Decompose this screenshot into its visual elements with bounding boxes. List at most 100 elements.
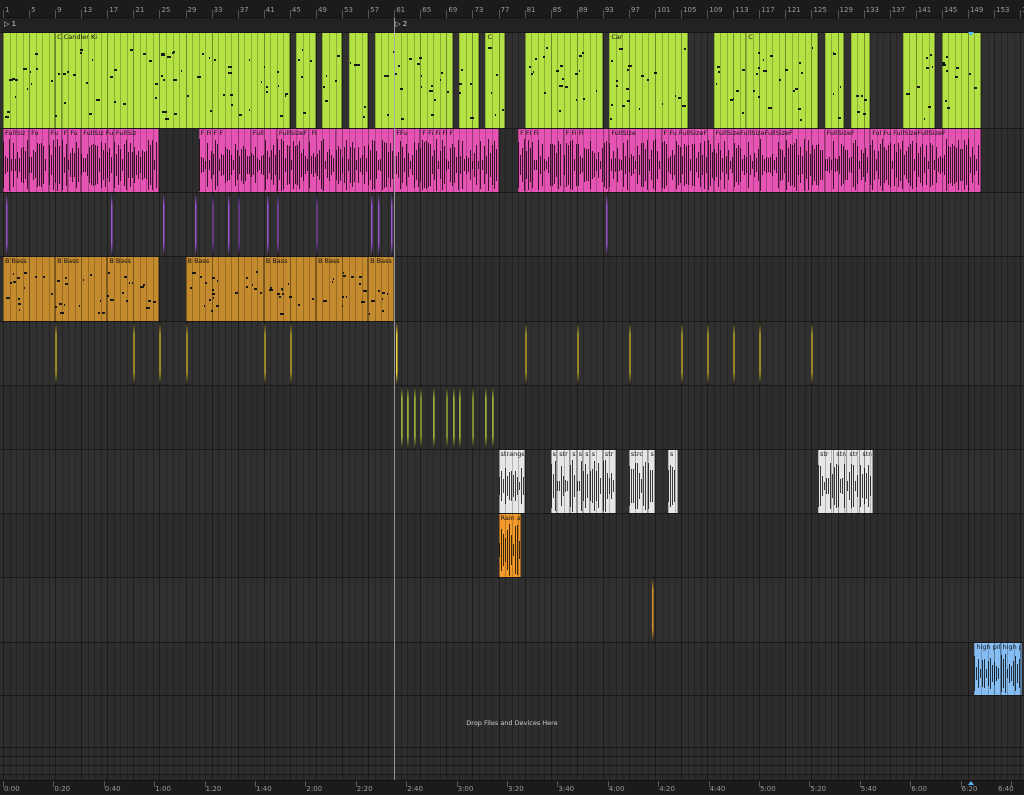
waveform-bar — [260, 156, 262, 174]
clip[interactable]: Candler Ki — [61, 33, 290, 128]
waveform-bar — [470, 149, 472, 181]
clip[interactable]: FullSiz Fu — [81, 129, 114, 192]
waveform-bar — [1010, 666, 1012, 681]
midi-note — [839, 85, 842, 88]
loop-end-marker[interactable] — [968, 32, 974, 36]
bar-tick — [811, 10, 813, 18]
bar-ruler[interactable]: 1 5 9 13 17 21 25 29 33 37 41 45 49 53 57 61 65 69 73 77 81 8… — [0, 0, 1024, 18]
clip[interactable] — [459, 33, 479, 128]
waveform-bar — [450, 148, 452, 182]
midi-note — [610, 104, 613, 107]
clip[interactable]: stra — [860, 450, 874, 513]
waveform-bar — [202, 158, 204, 172]
clip[interactable] — [322, 33, 343, 128]
grid-line — [1020, 33, 1022, 780]
midi-note — [163, 79, 165, 82]
clip[interactable]: Ful Fu FullSizeFullSizeF — [870, 129, 981, 192]
thin-clip[interactable] — [395, 322, 398, 385]
thin-clip[interactable] — [162, 193, 165, 256]
clip[interactable]: strc — [628, 450, 649, 513]
clip[interactable]: Fu — [29, 129, 49, 192]
thin-clip[interactable] — [267, 193, 270, 256]
waveform-bar — [520, 155, 522, 175]
clip-label: strc — [630, 450, 643, 458]
grid-line — [883, 33, 885, 780]
grid-line — [981, 33, 982, 780]
clip[interactable]: stra — [834, 450, 848, 513]
thin-clip[interactable] — [606, 193, 609, 256]
thin-clip[interactable] — [195, 193, 198, 256]
clip[interactable] — [824, 33, 845, 128]
clip[interactable]: FullSizeFullSizeFullSizeF — [713, 129, 825, 192]
clip-label — [459, 33, 478, 42]
arrangement-view[interactable]: 1 5 9 13 17 21 25 29 33 37 41 45 49 53 57 61 65 69 73 77 81 8… — [0, 0, 1024, 795]
clip[interactable]: FullSizeF — [276, 129, 310, 192]
locator-1[interactable]: ▷ 1 — [4, 20, 16, 28]
midi-note — [246, 286, 248, 289]
clip[interactable] — [850, 33, 871, 128]
waveform-bar — [604, 460, 606, 512]
waveform-bar — [506, 529, 508, 571]
waveform-bar — [606, 473, 608, 499]
waveform-bar — [813, 148, 815, 182]
waveform-bar — [610, 472, 612, 500]
clip[interactable]: str — [847, 450, 861, 513]
time-ruler[interactable]: 0:00 0:20 0:40 1:00 1:20 1:40 2:00 2:20 2:40 3:00… — [0, 780, 1024, 795]
clip[interactable] — [348, 33, 369, 128]
waveform-bar — [753, 153, 755, 177]
midi-note — [610, 60, 613, 63]
waveform-bar — [560, 144, 562, 186]
clip[interactable] — [296, 33, 316, 128]
waveform-bar — [147, 139, 149, 190]
grid-line — [426, 33, 428, 780]
thin-clip[interactable] — [377, 193, 380, 256]
waveform-bar — [109, 148, 111, 182]
waveform-bar — [613, 150, 615, 180]
thin-clip[interactable] — [390, 193, 393, 256]
waveform-bar — [337, 146, 339, 184]
clip[interactable] — [902, 33, 936, 128]
clip[interactable] — [335, 129, 395, 192]
waveform-bar — [89, 146, 91, 184]
time-label: 4:40 — [709, 785, 726, 793]
waveform-bar — [234, 143, 236, 187]
clip[interactable]: C — [746, 33, 818, 128]
grid-line — [635, 33, 637, 780]
midi-note — [460, 69, 464, 72]
thin-clip[interactable] — [6, 193, 9, 256]
thin-clip[interactable] — [227, 193, 230, 256]
thin-clip[interactable] — [651, 578, 654, 642]
thin-clip[interactable] — [371, 193, 374, 256]
midi-note — [122, 291, 124, 294]
bar-tick — [915, 10, 917, 18]
waveform-bar — [226, 148, 228, 182]
thin-clip[interactable] — [110, 193, 113, 256]
clip[interactable]: high p — [1000, 643, 1022, 695]
clip[interactable]: C — [485, 33, 506, 128]
bar-label: 17 — [109, 6, 119, 14]
locator-2[interactable]: ▷ 2 — [395, 20, 407, 28]
midi-note — [409, 58, 412, 61]
waveform-bar — [853, 464, 855, 508]
playhead[interactable] — [394, 18, 396, 780]
waveform-bar — [300, 153, 302, 177]
waveform-bar — [228, 150, 230, 180]
drop-zone-label[interactable]: Drop Files and Devices Here — [0, 719, 1024, 727]
waveform-bar — [920, 146, 922, 184]
bar-tick — [681, 10, 683, 18]
bar-label: 133 — [865, 6, 879, 14]
waveform-bar — [826, 158, 828, 172]
waveform-bar — [5, 156, 6, 174]
grid-line — [563, 33, 565, 780]
waveform-bar — [978, 145, 980, 185]
time-label: 3:40 — [558, 785, 575, 793]
waveform-bar — [540, 155, 542, 175]
waveform-bar — [500, 528, 502, 572]
time-end-marker[interactable] — [968, 781, 974, 785]
waveform-bar — [964, 140, 966, 190]
bar-label: 25 — [161, 6, 171, 14]
locator-bar[interactable]: ▷ 1 ▷ 2 — [0, 18, 1024, 33]
clip[interactable] — [713, 33, 747, 128]
midi-note — [741, 69, 746, 72]
clip[interactable]: s — [668, 450, 678, 513]
